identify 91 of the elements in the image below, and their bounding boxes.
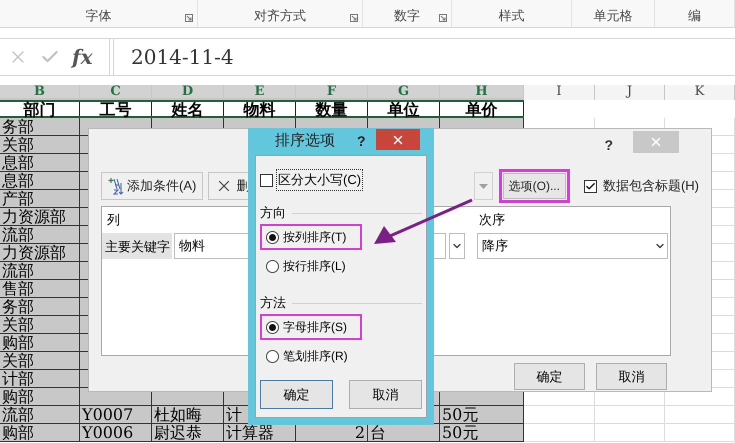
ribbon-group-label: 字体	[86, 7, 112, 25]
sort-ascending-icon	[108, 177, 124, 195]
table-cell: 务部	[0, 118, 80, 136]
column-header[interactable]: E	[224, 85, 296, 100]
table-cell: 息部	[0, 154, 80, 172]
ribbon-group-label: 数字	[394, 7, 420, 25]
radio-option[interactable]: 按行排序(L)	[260, 253, 362, 279]
table-cell: 台	[368, 424, 440, 442]
table-cell: 流部	[0, 262, 80, 280]
table-cell: 50元	[440, 424, 524, 442]
checkbox[interactable]	[260, 174, 273, 186]
table-cell: 流部	[0, 226, 80, 244]
table-header-cell: 部门	[0, 102, 80, 116]
table-header-cell: 单价	[440, 102, 524, 116]
table-cell: 计部	[0, 370, 80, 388]
formula-input[interactable]: 2014-11-4	[113, 39, 735, 75]
table-cell: 2	[296, 424, 368, 442]
grid-header: 列	[107, 212, 120, 228]
check-icon	[584, 180, 596, 192]
table-cell	[595, 424, 665, 442]
table-cell	[595, 406, 665, 424]
column-header[interactable]: B	[0, 85, 80, 100]
column-header[interactable]: H	[440, 85, 524, 100]
column-header[interactable]: J	[595, 85, 665, 100]
triangle-icon	[478, 184, 488, 188]
checkbox-label: 区分大小写(C)	[276, 169, 364, 191]
radio-option[interactable]: 按列排序(T)	[260, 224, 362, 250]
section-title: 方向	[260, 204, 286, 222]
table-header-cell: 姓名	[152, 102, 224, 116]
column-header[interactable]: K	[665, 85, 735, 100]
radio-option[interactable]: 字母排序(S)	[260, 314, 362, 340]
help-button[interactable]: ?	[357, 131, 366, 152]
move-down-button[interactable]	[474, 172, 493, 200]
column-header[interactable]: C	[80, 85, 152, 100]
function-button[interactable]: fx	[72, 42, 93, 72]
table-cell	[665, 424, 735, 442]
table-cell	[665, 406, 735, 424]
options-button[interactable]: 选项(O)...	[502, 173, 566, 199]
column-header[interactable]: D	[152, 85, 224, 100]
launcher-icon[interactable]	[350, 14, 358, 22]
grid-header: 次序	[479, 212, 505, 228]
close-icon	[649, 135, 663, 149]
table-header-cell: 数量	[296, 102, 368, 116]
table-cell: 力资源部	[0, 244, 80, 262]
ribbon-group-label: 样式	[498, 7, 524, 25]
table-cell: 杜如晦	[152, 406, 224, 424]
ribbon-group-label: 对齐方式	[254, 7, 306, 25]
section-title: 方法	[260, 294, 286, 312]
cancel-button[interactable]: 取消	[596, 363, 667, 390]
column-header[interactable]: F	[296, 85, 368, 100]
table-cell: 力资源部	[0, 208, 80, 226]
table-cell: 关部	[0, 352, 80, 370]
radio-option[interactable]: 笔划排序(R)	[260, 343, 362, 369]
key-label: 主要关键字	[102, 233, 172, 259]
ribbon-group-label: 单元格	[594, 7, 632, 25]
table-cell: Y0007	[80, 406, 152, 424]
launcher-icon[interactable]	[185, 14, 193, 22]
order-field[interactable]: 降序	[477, 233, 668, 259]
table-cell: 50元	[440, 406, 524, 424]
checkbox-label: 数据包含标题(H)	[602, 177, 699, 196]
table-cell: 关部	[0, 136, 80, 154]
table-cell: 售部	[0, 280, 80, 298]
ok-button[interactable]: 确定	[260, 380, 333, 409]
add-condition-button[interactable]: 添加条件(A)	[101, 172, 204, 200]
table-cell: 尉迟恭	[152, 424, 224, 442]
table-cell: 购部	[0, 424, 80, 442]
column-header[interactable]: I	[524, 85, 595, 100]
table-cell	[524, 424, 595, 442]
table-header-cell: 工号	[80, 102, 152, 116]
checkbox[interactable]	[584, 180, 597, 192]
cancel-button[interactable]: 取消	[349, 380, 422, 409]
table-header-cell: 物料	[224, 102, 296, 116]
table-cell: Y0006	[80, 424, 152, 442]
table-cell	[524, 406, 595, 424]
dialog-title: 排序选项	[275, 131, 335, 152]
table-cell: 流部	[0, 406, 80, 424]
table-cell: 息部	[0, 172, 80, 190]
column-header[interactable]: G	[368, 85, 440, 100]
table-cell: 购部	[0, 388, 80, 406]
help-button[interactable]: ?	[604, 135, 613, 156]
table-cell: 务部	[0, 298, 80, 316]
table-header-cell: 单位	[368, 102, 440, 116]
ok-button[interactable]: 确定	[514, 363, 585, 390]
table-cell: 关部	[0, 316, 80, 334]
table-cell: 产部	[0, 190, 80, 208]
close-button[interactable]	[376, 129, 420, 150]
table-cell: 计算器	[224, 424, 296, 442]
table-cell: 购部	[0, 334, 80, 352]
dropdown-button[interactable]	[449, 233, 465, 259]
ribbon-group-label: 编	[688, 7, 701, 25]
launcher-icon[interactable]	[439, 14, 447, 22]
